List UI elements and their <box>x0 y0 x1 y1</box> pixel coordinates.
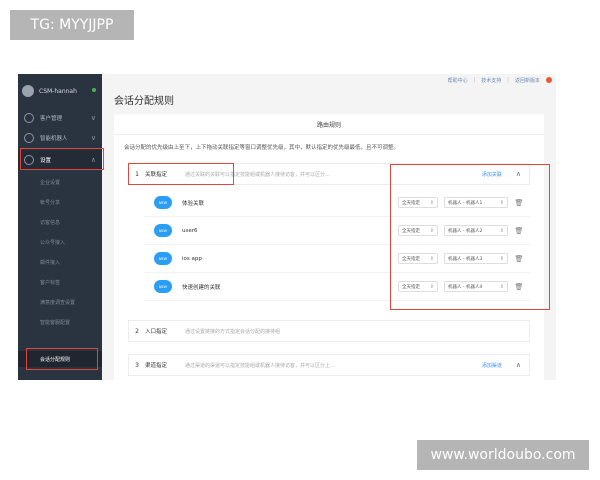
new-tag: NEW <box>154 280 172 293</box>
sidebar-item-label: 公众号接入 <box>40 239 66 246</box>
nav-item-robot[interactable]: 智能机器人 ∨ <box>18 128 102 148</box>
sidebar-item-tags[interactable]: 客户标签 <box>18 274 102 290</box>
sidebar-item-label: 帐号分享 <box>40 199 61 206</box>
rule-description: 通过渠道的渠道可以指定技能组或机器人接待访客，并可以区分上... <box>185 362 335 369</box>
robot-icon <box>24 133 34 143</box>
nav-item-label: 智能机器人 <box>40 136 68 142</box>
routing-card: 路由规则 会话分配的优先级由上至下，上下拖动关联指定等窗口调整优先级，其中，默认… <box>114 114 550 380</box>
sidebar-item-email[interactable]: 邮件接入 <box>18 254 102 270</box>
rule-row[interactable]: 3 渠道指定 通过渠道的渠道可以指定技能组或机器人接待访客，并可以区分上... … <box>128 354 530 376</box>
chevron-down-icon: ∨ <box>90 114 96 122</box>
topbar-link-support[interactable]: 技术支持 <box>481 77 501 84</box>
add-channel-link[interactable]: 添加渠道 <box>482 362 502 369</box>
topbar-link-new-version[interactable]: 返回新版本 <box>515 77 540 84</box>
users-icon <box>24 113 34 123</box>
sidebar-item-enterprise[interactable]: 企业设置 <box>18 174 102 190</box>
top-bar: 帮助中心 | 技术支持 | 返回新版本 <box>102 74 556 86</box>
sidebar-item-visitor[interactable]: 访客信息 <box>18 214 102 230</box>
highlight-box-controls <box>390 164 550 310</box>
profile[interactable]: CSM-hannah <box>22 78 98 104</box>
highlight-box-session-rules <box>26 348 98 370</box>
rule-row[interactable]: 2 入口指定 通过设置链接的方式指定会话分配的接待组 <box>128 320 530 342</box>
chevron-down-icon: ∨ <box>90 134 96 142</box>
app-window: CSM-hannah 客户管理 ∨ 智能机器人 ∨ 设置 ∧ 企业设置 帐号分享… <box>18 74 556 380</box>
card-header: 路由规则 <box>316 122 341 129</box>
sidebar-item-smart-service[interactable]: 智能客服配置 <box>18 314 102 330</box>
topbar-link-help[interactable]: 帮助中心 <box>448 77 468 84</box>
divider: | <box>507 77 509 83</box>
online-status-icon <box>92 88 96 92</box>
rule-description: 通过设置链接的方式指定会话分配的接待组 <box>185 328 281 335</box>
nav-item-label: 客户管理 <box>40 116 63 122</box>
rule-number: 2 <box>135 327 139 335</box>
new-tag: NEW <box>154 252 172 265</box>
highlight-box-rule-name <box>128 163 234 185</box>
rule-name: 渠道指定 <box>145 363 168 369</box>
sidebar-item-label: 智能客服配置 <box>40 319 71 326</box>
profile-name: CSM-hannah <box>39 87 77 95</box>
notification-badge-icon <box>546 77 552 83</box>
new-tag: NEW <box>154 196 172 209</box>
sidebar-item-account[interactable]: 帐号分享 <box>18 194 102 210</box>
nav-item-customers[interactable]: 客户管理 ∨ <box>18 108 102 128</box>
watermark-top: TG: MYYJJPP <box>10 10 134 40</box>
watermark-bottom: www.worldoubo.com <box>417 440 589 470</box>
sidebar-item-wechat[interactable]: 公众号接入 <box>18 234 102 250</box>
rule-name: 入口指定 <box>145 329 168 335</box>
new-tag: NEW <box>154 224 172 237</box>
sidebar-item-label: 企业设置 <box>40 179 61 186</box>
divider <box>114 134 544 135</box>
sidebar-item-label: 访客信息 <box>40 219 61 226</box>
sidebar: CSM-hannah 客户管理 ∨ 智能机器人 ∨ 设置 ∧ 企业设置 帐号分享… <box>18 74 104 380</box>
sidebar-item-label: 邮件接入 <box>40 259 61 266</box>
sidebar-item-satisfaction[interactable]: 满意度调查设置 <box>18 294 102 310</box>
chevron-up-icon[interactable]: ∧ <box>516 361 521 369</box>
rules-description: 会话分配的优先级由上至下，上下拖动关联指定等窗口调整优先级，其中，默认指定的优先… <box>124 145 400 151</box>
association-name: ios app <box>182 255 202 262</box>
association-name: 体验关联 <box>182 200 205 207</box>
divider: | <box>473 77 476 83</box>
highlight-box-settings <box>20 148 104 170</box>
association-name: user6 <box>182 227 198 234</box>
avatar <box>22 85 34 97</box>
association-name: 快速创建的关联 <box>182 284 221 291</box>
sidebar-item-label: 客户标签 <box>40 279 61 286</box>
page-title: 会话分配规则 <box>114 96 174 107</box>
sidebar-item-label: 满意度调查设置 <box>40 299 76 306</box>
rule-number: 3 <box>135 361 139 369</box>
